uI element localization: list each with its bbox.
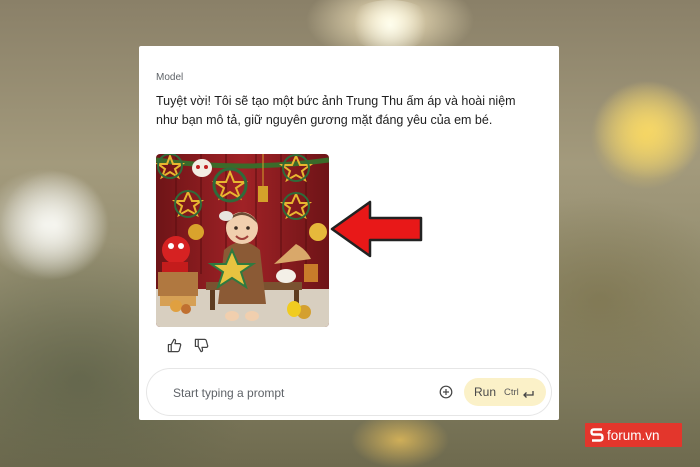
background-flower-right [590, 80, 700, 190]
watermark-text: forum.vn [607, 427, 660, 443]
role-label: Model [156, 72, 184, 83]
generated-image-art [156, 154, 329, 327]
run-button-label: Run [474, 385, 497, 399]
forum-logo-icon [590, 427, 604, 443]
generated-image[interactable] [156, 154, 329, 327]
thumbs-down-icon[interactable] [194, 338, 209, 353]
enter-key-icon [522, 387, 534, 398]
prompt-bar: Run Ctrl [147, 369, 551, 415]
run-shortcut-label: Ctrl [504, 386, 519, 398]
prompt-input[interactable] [171, 382, 425, 404]
reaction-buttons [167, 338, 209, 353]
model-message-text: Tuyệt vời! Tôi sẽ tạo một bức ảnh Trung … [156, 94, 516, 127]
annotation-arrow [330, 200, 424, 263]
forum-watermark: forum.vn [585, 423, 682, 447]
plus-circle-icon[interactable] [439, 385, 453, 399]
background-sun [345, 0, 435, 50]
thumbs-up-icon[interactable] [167, 338, 182, 353]
background-flower-left [0, 170, 110, 280]
run-button[interactable]: Run Ctrl [464, 378, 546, 406]
